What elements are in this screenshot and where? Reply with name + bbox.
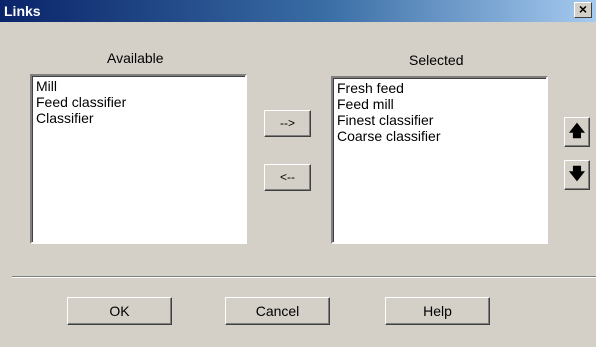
list-item[interactable]: Fresh feed xyxy=(337,80,542,96)
move-down-button[interactable]: 🡇 xyxy=(564,160,590,190)
list-item[interactable]: Coarse classifier xyxy=(337,128,542,144)
list-item[interactable]: Finest classifier xyxy=(337,112,542,128)
list-item[interactable]: Mill xyxy=(36,78,241,94)
available-label: Available xyxy=(107,50,164,66)
remove-button[interactable]: <-- xyxy=(264,164,311,191)
ok-button[interactable]: OK xyxy=(67,297,172,325)
title-bar: Links × xyxy=(0,0,596,22)
list-item[interactable]: Classifier xyxy=(36,110,241,126)
add-button[interactable]: --> xyxy=(264,110,311,137)
available-list[interactable]: Mill Feed classifier Classifier xyxy=(30,74,247,244)
selected-list[interactable]: Fresh feed Feed mill Finest classifier C… xyxy=(331,76,548,244)
window-title: Links xyxy=(4,3,41,19)
separator xyxy=(12,276,596,278)
move-up-button[interactable]: 🡅 xyxy=(564,117,590,147)
cancel-button[interactable]: Cancel xyxy=(225,297,330,325)
list-item[interactable]: Feed classifier xyxy=(36,94,241,110)
help-button[interactable]: Help xyxy=(385,297,490,325)
links-dialog: Links × Available Selected Mill Feed cla… xyxy=(0,0,596,347)
close-button[interactable]: × xyxy=(574,2,592,18)
list-item[interactable]: Feed mill xyxy=(337,96,542,112)
arrow-down-icon: 🡇 xyxy=(568,166,586,183)
selected-label: Selected xyxy=(409,52,464,68)
arrow-up-icon: 🡅 xyxy=(568,123,586,140)
close-icon: × xyxy=(578,1,588,17)
